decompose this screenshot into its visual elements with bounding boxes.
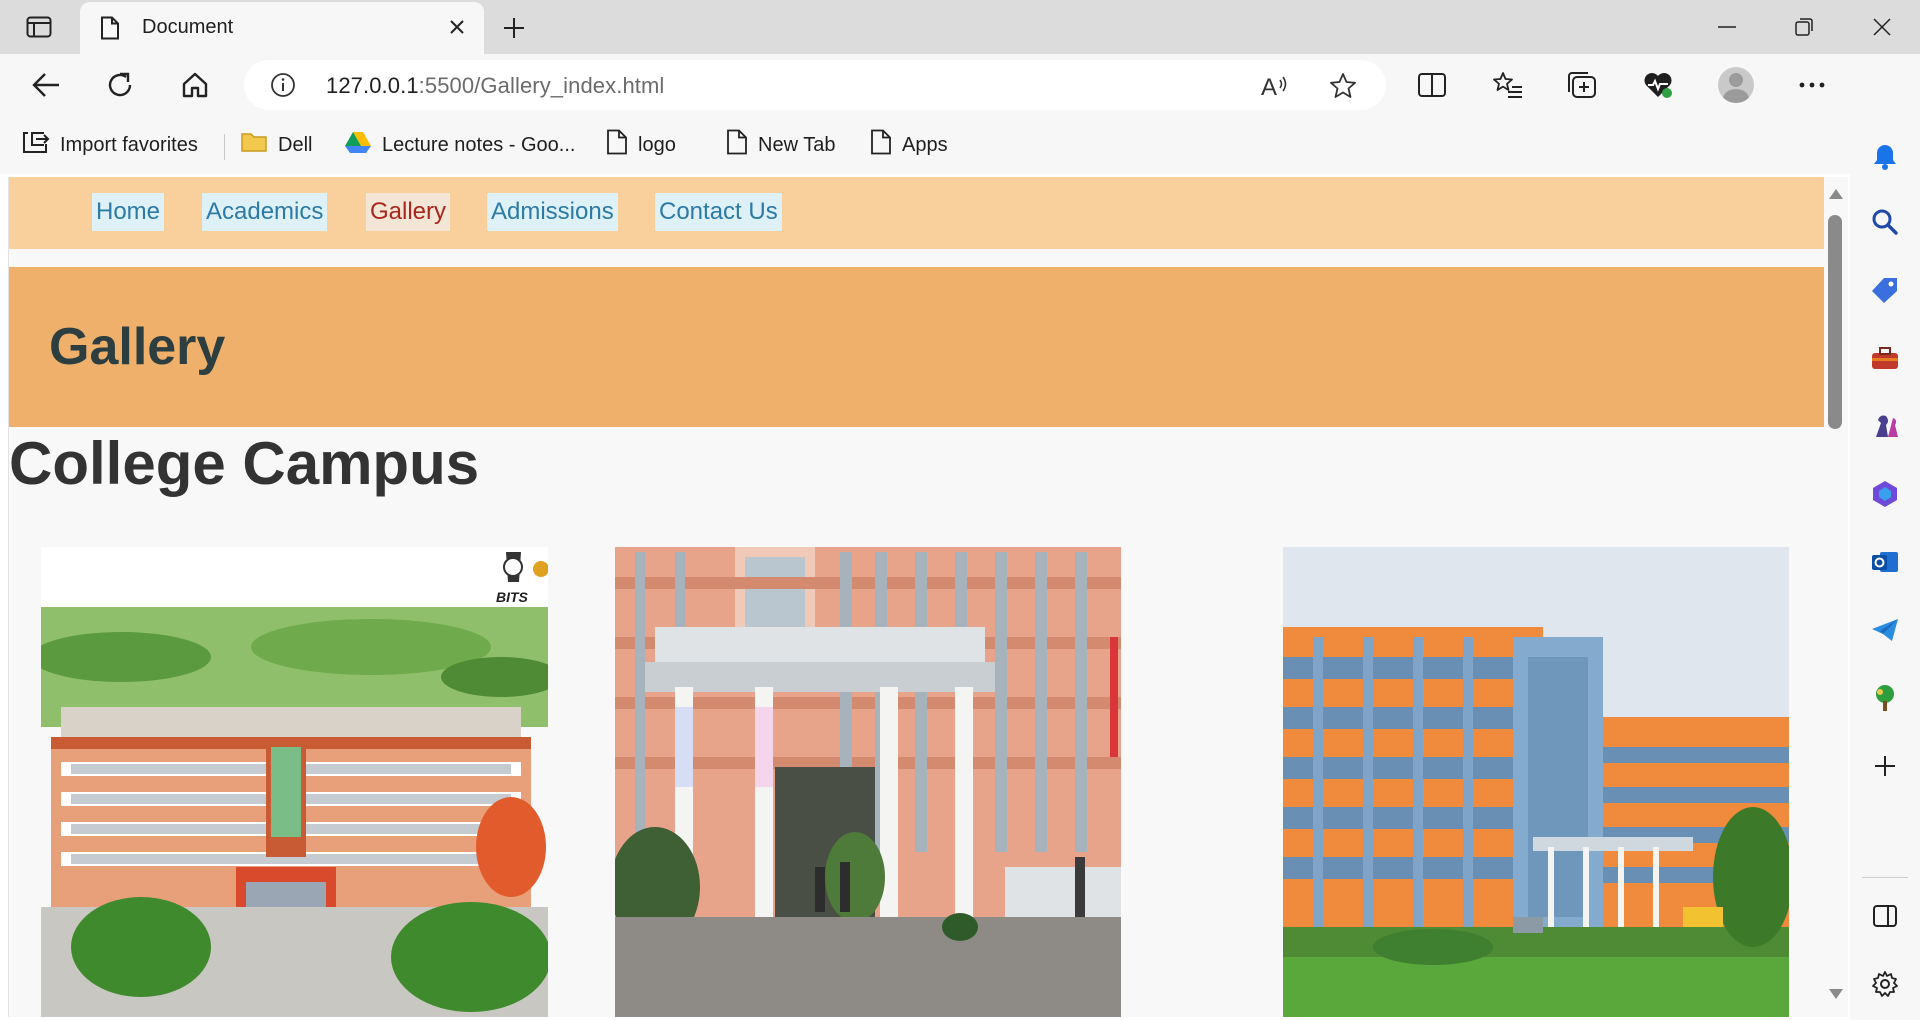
tab-actions-icon[interactable] <box>24 14 54 40</box>
close-tab-icon[interactable] <box>444 14 470 40</box>
shopping-tag-icon[interactable] <box>1867 272 1903 308</box>
settings-gear-icon[interactable] <box>1867 966 1903 1002</box>
page-scrollbar[interactable] <box>1824 177 1848 1017</box>
site-info-icon[interactable] <box>270 72 296 103</box>
address-bar[interactable]: 127.0.0.1:5500/Gallery_index.html A <box>244 60 1386 110</box>
scroll-up-icon[interactable] <box>1829 189 1843 199</box>
favorites-item-dell[interactable]: Dell <box>240 130 312 160</box>
folder-icon <box>240 130 268 160</box>
tab-title: Document <box>142 16 234 38</box>
add-icon[interactable] <box>1867 748 1903 784</box>
address-bar-row: 127.0.0.1:5500/Gallery_index.html A <box>0 54 1920 116</box>
favorites-item-logo[interactable]: logo <box>606 129 676 161</box>
favorites-item-label: Dell <box>278 133 313 156</box>
nav-link-contact-us[interactable]: Contact Us <box>655 193 782 231</box>
collections-icon[interactable] <box>1564 67 1600 103</box>
minimize-icon[interactable] <box>1707 12 1747 42</box>
college-logo-text: BITS <box>496 589 529 605</box>
sidebar-divider <box>1862 877 1908 878</box>
favorites-item-label: Import favorites <box>60 133 198 156</box>
home-icon[interactable] <box>177 67 213 103</box>
title-bar: Document <box>0 0 1920 54</box>
nav-link-home[interactable]: Home <box>92 193 165 231</box>
nav-link-gallery[interactable]: Gallery <box>366 193 451 231</box>
favorite-star-icon[interactable] <box>1328 71 1358 101</box>
tools-briefcase-icon[interactable] <box>1867 340 1903 376</box>
favorites-icon[interactable] <box>1490 67 1526 103</box>
campus-photo-entrance <box>615 547 1121 1017</box>
page-viewport: Home Academics Gallery Admissions Contac… <box>8 177 1824 1017</box>
page-icon <box>870 129 892 161</box>
refresh-icon[interactable] <box>102 67 138 103</box>
restore-icon[interactable] <box>1784 12 1824 42</box>
games-chess-icon[interactable] <box>1867 408 1903 444</box>
import-icon <box>22 130 50 160</box>
campus-photo-blue-building <box>1283 547 1789 1017</box>
split-screen-icon[interactable] <box>1414 67 1450 103</box>
profile-avatar[interactable] <box>1718 67 1754 103</box>
site-navigation: Home Academics Gallery Admissions Contac… <box>9 177 1824 249</box>
google-drive-icon <box>344 130 372 160</box>
page-icon <box>100 16 120 45</box>
scrollbar-thumb[interactable] <box>1828 215 1842 429</box>
favorites-item-label: New Tab <box>758 133 836 156</box>
send-telegram-icon[interactable] <box>1867 612 1903 648</box>
favorites-item-lecture-notes[interactable]: Lecture notes - Goo... <box>344 130 575 160</box>
search-icon[interactable] <box>1867 204 1903 240</box>
svg-text:A: A <box>1261 74 1277 100</box>
url-text[interactable]: 127.0.0.1:5500/Gallery_index.html <box>326 73 664 99</box>
favorites-bar: Import favorites Dell Lecture notes - Go… <box>0 116 1850 174</box>
favorites-item-label: Lecture notes - Goo... <box>382 133 576 156</box>
favorites-item-label: Apps <box>902 133 948 156</box>
page-title: Gallery <box>49 318 226 376</box>
microsoft-365-icon[interactable] <box>1867 476 1903 512</box>
back-icon[interactable] <box>28 67 64 103</box>
browser-essentials-icon[interactable] <box>1640 67 1676 103</box>
tree-icon[interactable] <box>1867 680 1903 716</box>
page-icon <box>606 129 628 161</box>
favorites-item-import[interactable]: Import favorites <box>22 130 198 160</box>
close-window-icon[interactable] <box>1862 12 1902 42</box>
notifications-bell-icon[interactable] <box>1867 138 1903 174</box>
outlook-icon[interactable] <box>1867 544 1903 580</box>
scroll-down-icon[interactable] <box>1829 989 1843 999</box>
favorites-item-new-tab[interactable]: New Tab <box>726 129 836 161</box>
edge-sidebar <box>1850 54 1920 1020</box>
nav-link-admissions[interactable]: Admissions <box>487 193 618 231</box>
page-banner: Gallery <box>9 267 1824 427</box>
read-aloud-icon[interactable]: A <box>1260 71 1290 101</box>
section-title: College Campus <box>9 430 480 497</box>
more-options-icon[interactable] <box>1794 67 1830 103</box>
new-tab-button[interactable] <box>498 12 530 44</box>
nav-link-academics[interactable]: Academics <box>202 193 328 231</box>
browser-tab[interactable]: Document <box>80 2 484 54</box>
favorites-item-label: logo <box>638 133 676 156</box>
campus-photo-aerial: BITS <box>41 547 548 1017</box>
favorites-divider <box>224 134 225 160</box>
favorites-item-apps[interactable]: Apps <box>870 129 948 161</box>
sidebar-panel-icon[interactable] <box>1867 898 1903 934</box>
page-icon <box>726 129 748 161</box>
